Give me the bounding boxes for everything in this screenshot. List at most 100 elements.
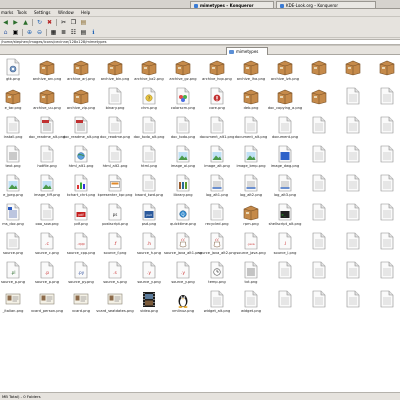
- file-item-file[interactable]: [370, 290, 400, 319]
- file-item-chm[interactable]: ? chm.png: [132, 87, 166, 116]
- file-item-file[interactable]: [336, 232, 370, 261]
- file-item-document-alt1[interactable]: document_alt1.png: [200, 116, 234, 145]
- file-item-source-java-alt1[interactable]: source_java_alt1.png: [164, 232, 202, 261]
- file-item-file[interactable]: [302, 145, 336, 174]
- file-item-ooo-sxw[interactable]: ooo_sxw.png: [30, 203, 64, 232]
- copy-button[interactable]: ❐: [69, 18, 78, 27]
- file-item-source-f[interactable]: .f source_f.png: [98, 232, 132, 261]
- forward-button[interactable]: ▶: [11, 18, 20, 27]
- file-item-doc-copying-a[interactable]: doc_copying_a.png: [268, 87, 302, 116]
- file-item-source-c[interactable]: .c source_c.png: [30, 232, 64, 261]
- list-view-button[interactable]: ≣: [59, 28, 68, 37]
- file-item-image-bmp[interactable]: image_bmp.png: [234, 145, 268, 174]
- file-item-video[interactable]: video.png: [132, 290, 166, 319]
- file-item-file[interactable]: [336, 261, 370, 290]
- file-item-image-ai[interactable]: image_ai.png: [166, 145, 200, 174]
- file-item-archive-lha[interactable]: archive_lha.png: [234, 58, 268, 87]
- detail-view-button[interactable]: ▤: [79, 28, 88, 37]
- file-item-file[interactable]: [302, 174, 336, 203]
- file-item-source[interactable]: source.png: [0, 232, 30, 261]
- file-item-doc-readme[interactable]: doc_readme.png: [98, 116, 132, 145]
- file-item-html-alt2[interactable]: html_alt2.png: [98, 145, 132, 174]
- back-button[interactable]: ◀: [1, 18, 10, 27]
- icon-view-button[interactable]: ▦: [49, 28, 58, 37]
- file-item-text[interactable]: text.png: [0, 145, 30, 174]
- file-item-file[interactable]: [370, 261, 400, 290]
- file-item-colorscm[interactable]: colorscm.png: [166, 87, 200, 116]
- file-item-archive-uu[interactable]: archive_uu.png: [30, 87, 64, 116]
- file-item-html[interactable]: html.png: [132, 145, 166, 174]
- up-button[interactable]: ▲: [21, 18, 30, 27]
- file-item-file[interactable]: [370, 87, 400, 116]
- file-item-file[interactable]: [302, 203, 336, 232]
- file-item-document-alt[interactable]: document_alt.png: [234, 116, 268, 145]
- file-item-archive-hqx[interactable]: archive_hqx.png: [200, 58, 234, 87]
- file-item-doc-todo-alt[interactable]: doc_todo_alt.png: [132, 116, 166, 145]
- file-item-widget[interactable]: widget.png: [234, 290, 268, 319]
- file-item-document[interactable]: document.png: [268, 116, 302, 145]
- file-item-file[interactable]: [336, 116, 370, 145]
- print-button[interactable]: ▣: [11, 28, 20, 37]
- file-item-hotfile[interactable]: hotfile.png: [30, 145, 64, 174]
- file-item-gtk[interactable]: gtk.png: [0, 58, 30, 87]
- file-item-file[interactable]: [302, 58, 336, 87]
- menu-bookmarks[interactable]: marks: [1, 9, 13, 17]
- file-item-file[interactable]: [370, 203, 400, 232]
- file-item-file[interactable]: [370, 58, 400, 87]
- file-item-archive-arj[interactable]: archive_arj.png: [64, 58, 98, 87]
- file-item-source-py[interactable]: .py source_py.png: [64, 261, 98, 290]
- file-item-html-alt1[interactable]: html_alt1.png: [64, 145, 98, 174]
- file-item-core[interactable]: core.png: [200, 87, 234, 116]
- file-item-source-java-alt2[interactable]: source_java_alt2.png: [198, 232, 236, 261]
- file-item-log-alt3[interactable]: log_alt3.png: [268, 174, 302, 203]
- file-item-file[interactable]: [302, 116, 336, 145]
- reload-button[interactable]: ↻: [35, 18, 44, 27]
- file-item-kpresenter-kpr[interactable]: kpresenter_kpr.png: [98, 174, 132, 203]
- tab-mimetypes[interactable]: mimetypes: [226, 47, 268, 55]
- file-item-image-tiff[interactable]: image_tiff.png: [30, 174, 64, 203]
- file-item-source-y[interactable]: .y source_y.png: [166, 261, 200, 290]
- zoom-in-button[interactable]: ⊕: [25, 28, 34, 37]
- menu-tools[interactable]: Tools: [17, 9, 27, 17]
- file-item-archive-zip[interactable]: archive_zip.png: [64, 87, 98, 116]
- file-item-widget-alt[interactable]: widget_alt.png: [200, 290, 234, 319]
- file-item-archive-lzh[interactable]: archive_lzh.png: [268, 58, 302, 87]
- window-tab-mimetypes[interactable]: mimetypes – Konqueror: [190, 1, 274, 8]
- file-item-vmlinuz[interactable]: vmlinuz.png: [166, 290, 200, 319]
- file-item-vcard-person[interactable]: vcard_person.png: [30, 290, 64, 319]
- file-item-file[interactable]: [268, 261, 302, 290]
- file-item-library[interactable]: library.png: [166, 174, 200, 203]
- file-item-doc-readme-alt[interactable]: doc_readme_alt.png: [29, 116, 65, 145]
- cut-button[interactable]: ✂: [59, 18, 68, 27]
- file-item-source-p[interactable]: .p source_p.png: [30, 261, 64, 290]
- menu-help[interactable]: Help: [81, 9, 90, 17]
- file-item-temp[interactable]: temp.png: [200, 261, 234, 290]
- file-item-ms-doc[interactable]: ms_doc.png: [0, 203, 30, 232]
- file-item-file[interactable]: [268, 290, 302, 319]
- window-tab-kde-look[interactable]: KDE-Look.org – Konqueror: [276, 1, 376, 8]
- file-item-vcard[interactable]: vcard.png: [64, 290, 98, 319]
- file-item-doc-readme-alt[interactable]: doc_readme_alt.png: [63, 116, 99, 145]
- file-item-kchart-chrt[interactable]: kchart_chrt.png: [64, 174, 98, 203]
- file-item-recycled[interactable]: recycled.png: [200, 203, 234, 232]
- file-item-e-jpeg[interactable]: e_jpeg.png: [0, 174, 30, 203]
- file-item-image-dwg[interactable]: image_dwg.png: [268, 145, 302, 174]
- home-button[interactable]: ⌂: [1, 28, 10, 37]
- file-item-e-tar[interactable]: e_tar.png: [0, 87, 30, 116]
- file-item-pdf[interactable]: pdf pdf.png: [64, 203, 98, 232]
- file-item-source-java[interactable]: .java source_java.png: [234, 232, 268, 261]
- file-item-txt[interactable]: txt.png: [234, 261, 268, 290]
- file-item-file[interactable]: [370, 145, 400, 174]
- file-item-quicktime[interactable]: Qquicktime.png: [166, 203, 200, 232]
- menu-window[interactable]: Window: [58, 9, 74, 17]
- file-item-kword-kwd[interactable]: kword_kwd.png: [132, 174, 166, 203]
- file-item-file[interactable]: [336, 174, 370, 203]
- file-item-file[interactable]: [302, 232, 336, 261]
- file-item-archive-bz2[interactable]: archive_bz2.png: [132, 58, 166, 87]
- file-item-file[interactable]: [336, 87, 370, 116]
- file-item-rpm[interactable]: rpm.png: [234, 203, 268, 232]
- file-item-archive-arc[interactable]: archive_arc.png: [30, 58, 64, 87]
- file-item-file[interactable]: [336, 58, 370, 87]
- file-item-file[interactable]: [302, 290, 336, 319]
- file-item-install[interactable]: install.png: [0, 116, 30, 145]
